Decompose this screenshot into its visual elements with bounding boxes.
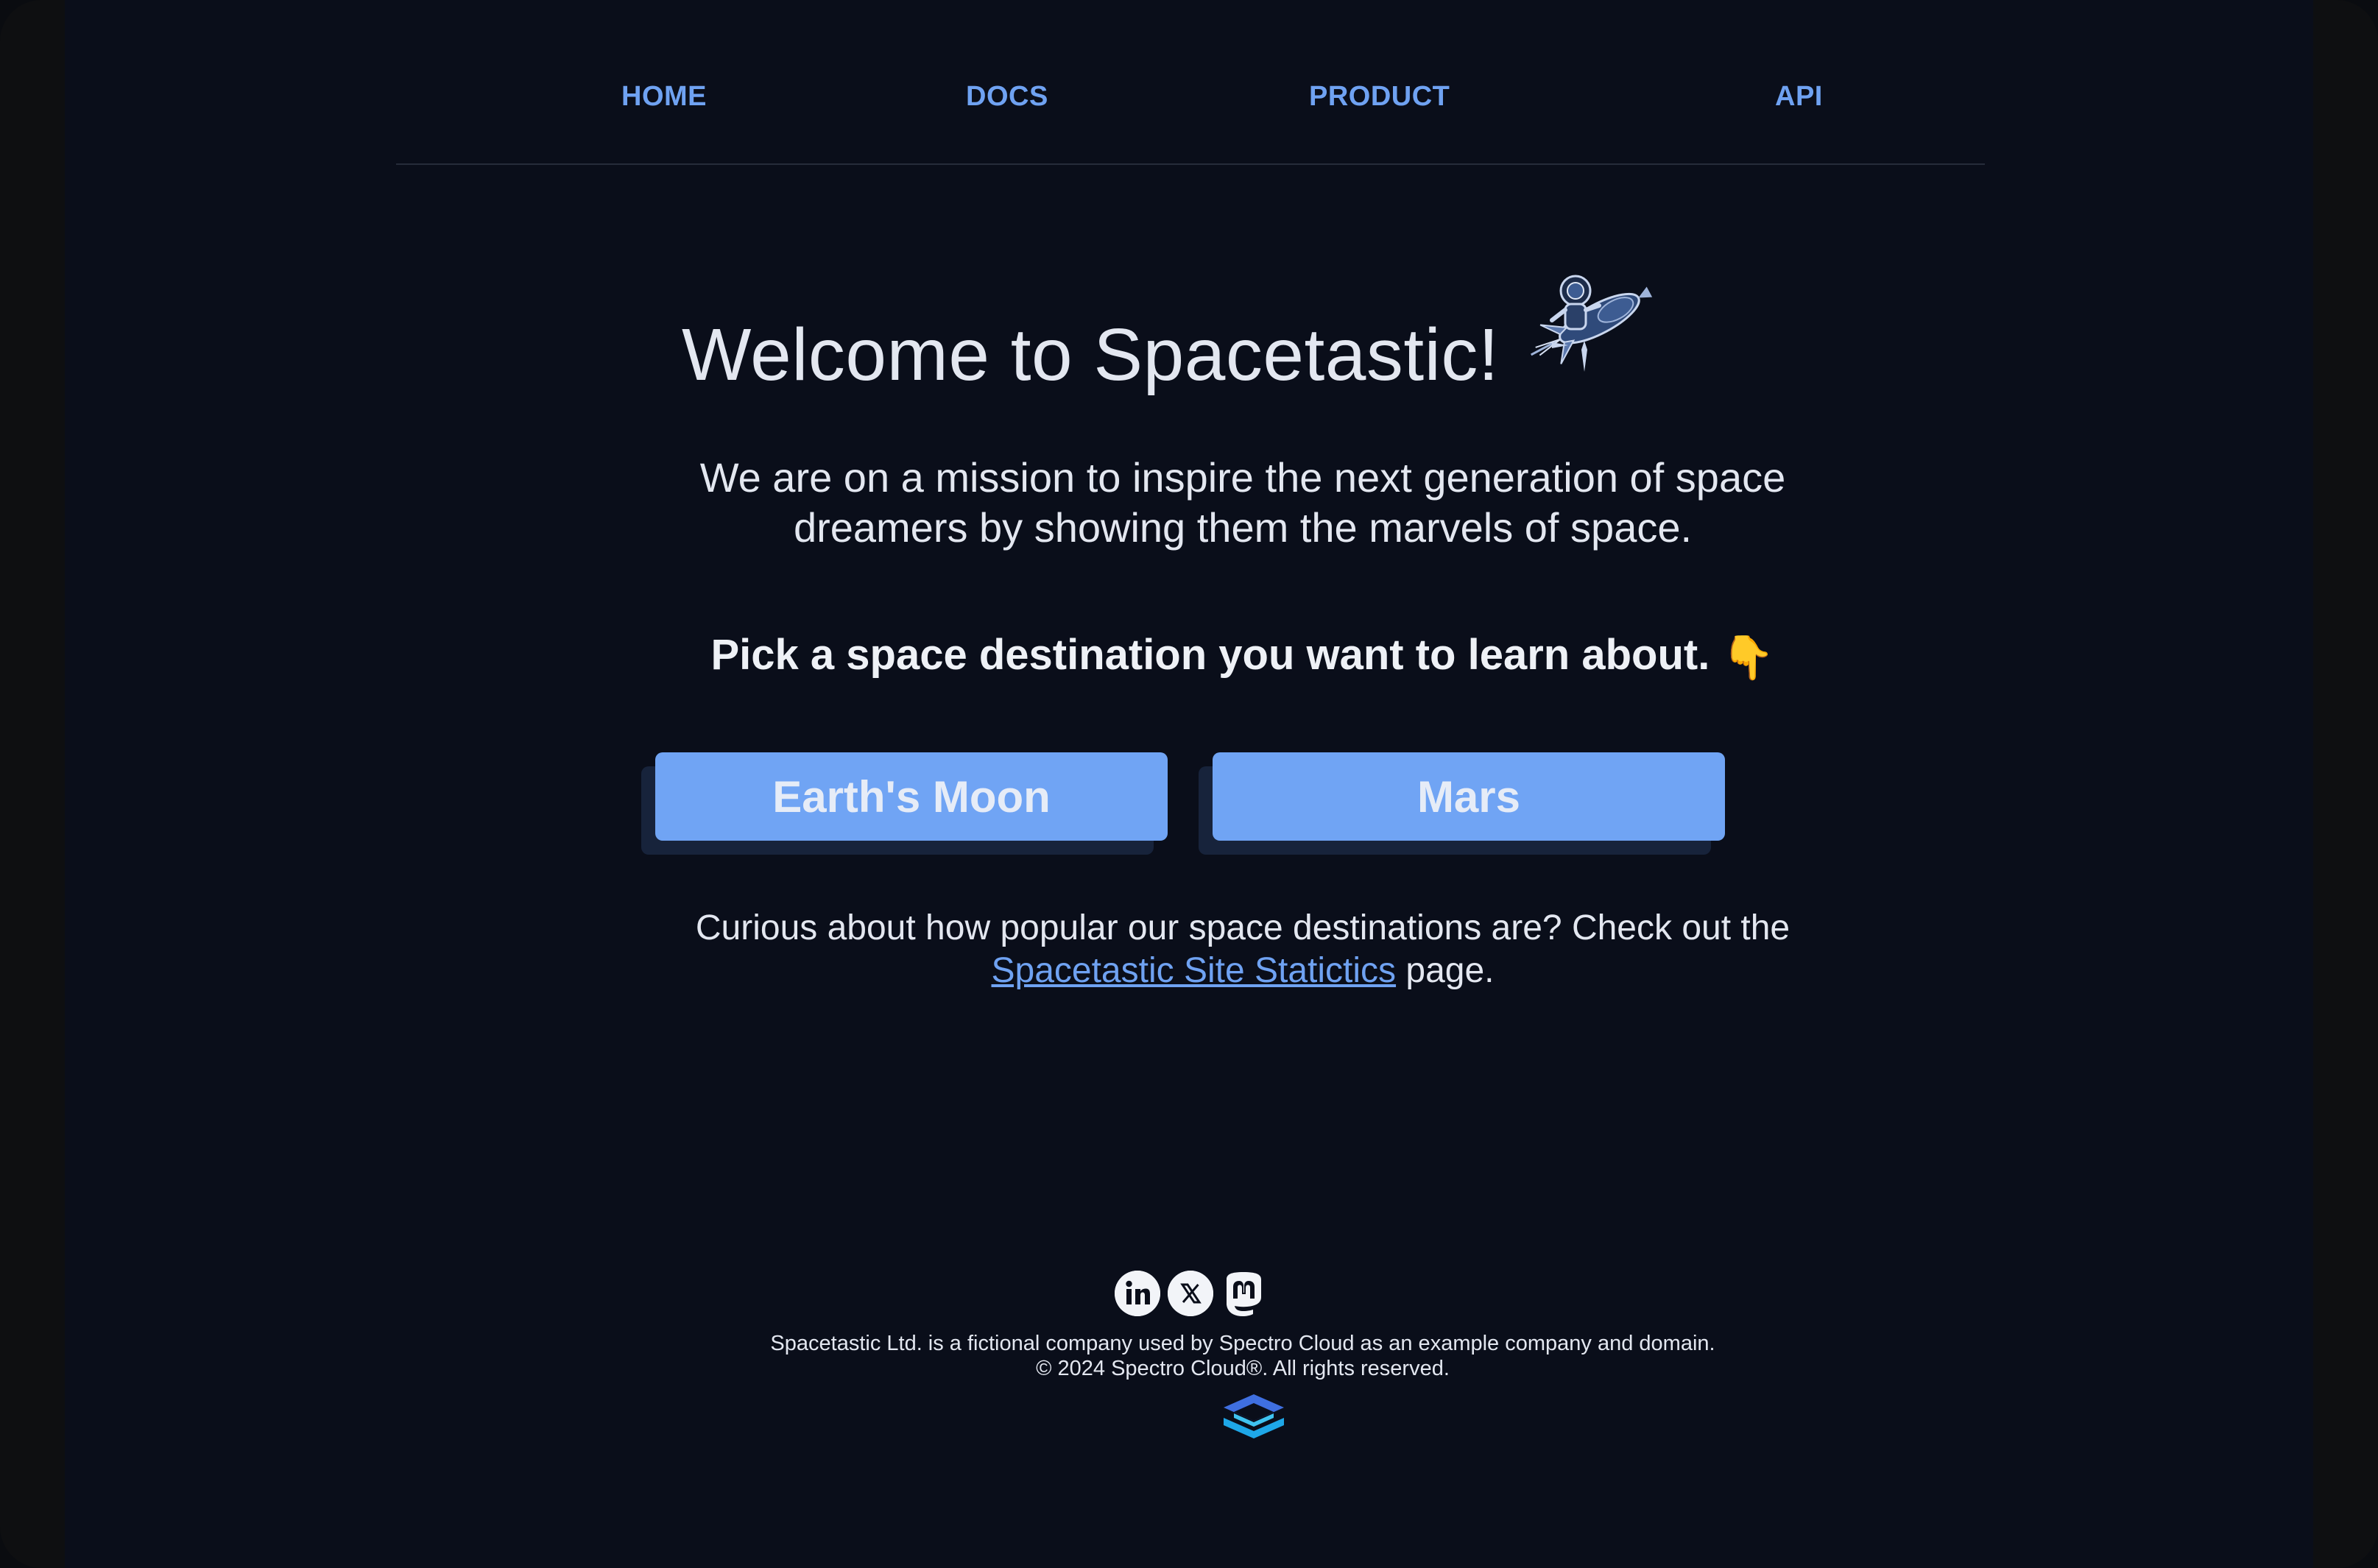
mars-button[interactable]: Mars [1213,752,1725,841]
mission-statement: We are on a mission to inspire the next … [699,454,1786,551]
stats-text-after: page. [1396,951,1495,990]
nav-link-api[interactable]: API [1775,81,1823,113]
linkedin-icon[interactable] [1115,1271,1160,1316]
nav-link-product[interactable]: PRODUCT [1309,81,1450,113]
footer-copyright: © 2024 Spectro Cloud®. All rights reserv… [1036,1357,1450,1380]
browser-frame: HOME DOCS PRODUCT API Welcome to Spaceta… [0,0,2378,1568]
destination-prompt: Pick a space destination you want to lea… [624,630,1861,683]
page: HOME DOCS PRODUCT API Welcome to Spaceta… [65,0,2313,1568]
x-icon[interactable] [1168,1271,1213,1316]
destination-prompt-text: Pick a space destination you want to lea… [710,631,1710,679]
page-title: Welcome to Spacetastic! [682,314,1500,396]
astronaut-rocket-icon [1531,275,1653,372]
stats-paragraph: Curious about how popular our space dest… [624,907,1861,992]
mastodon-icon[interactable] [1221,1271,1266,1316]
stats-text-before: Curious about how popular our space dest… [695,908,1790,947]
footer-text: Spacetastic Ltd. is a fictional company … [624,1331,1861,1381]
nav-link-home[interactable]: HOME [621,81,707,113]
top-nav: HOME DOCS PRODUCT API [396,0,1985,165]
spectro-cloud-logo-icon [1224,1394,1284,1438]
site-statistics-link[interactable]: Spacetastic Site Statictics [991,951,1396,990]
pointing-down-icon: 👇 [1721,634,1775,682]
footer-disclaimer: Spacetastic Ltd. is a fictional company … [770,1332,1715,1355]
earths-moon-button[interactable]: Earth's Moon [655,752,1168,841]
nav-link-docs[interactable]: DOCS [966,81,1048,113]
